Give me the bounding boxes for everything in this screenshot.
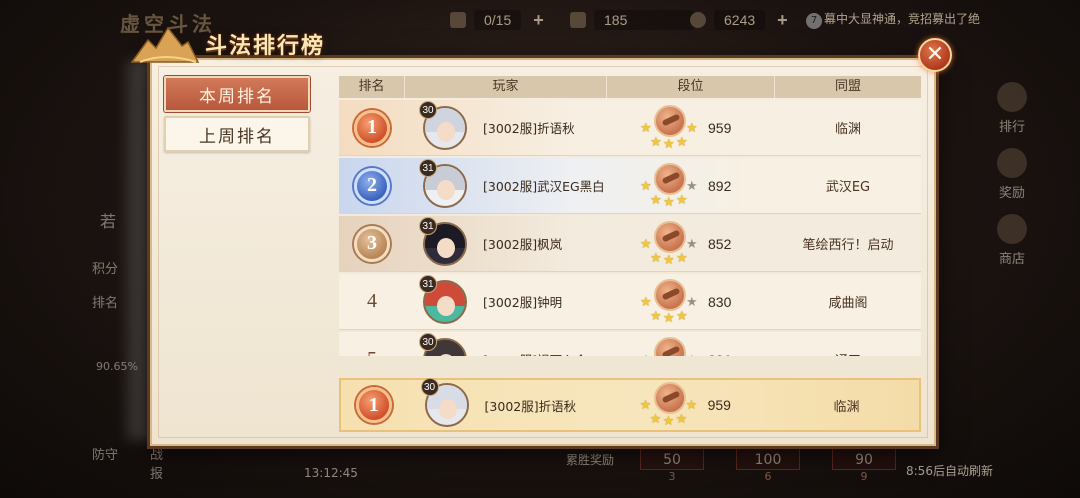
- rank-number: 5: [367, 348, 377, 356]
- refresh-coin-icon: [690, 12, 706, 28]
- tier-score: 892: [708, 177, 732, 194]
- avatar[interactable]: 30: [419, 100, 469, 152]
- guild-name: 临渊: [833, 399, 860, 415]
- guild-name: 通天: [775, 350, 921, 356]
- tab-last-week[interactable]: 上周排名: [164, 116, 310, 152]
- level-badge: 31: [419, 158, 437, 177]
- nav-shop[interactable]: 商店: [992, 214, 1032, 280]
- side-nav: 排行 奖励 商店: [992, 82, 1032, 280]
- table-row[interactable]: 1 30 [3002服]折语秋 ★ ★ ★ ★ ★ 959 临渊: [339, 100, 921, 156]
- streak-reward-3[interactable]: 90: [832, 448, 896, 470]
- table-row[interactable]: 5 30 [3002服]祸雨心伞 ★★★★★ 826 通天: [339, 332, 921, 356]
- ranking-icon: [997, 82, 1027, 112]
- header-rank: 排名: [339, 76, 405, 98]
- tier-emblem-icon: ★★★★★: [640, 162, 698, 210]
- rank-medal-gold: 1: [354, 109, 390, 146]
- rank-medal-gold: 1: [355, 387, 392, 423]
- tab-this-week[interactable]: 本周排名: [164, 76, 310, 112]
- table-row[interactable]: 3 31 [3002服]枫岚 ★ ★ ★ ★ ★ 852 笔绘西行！启动: [339, 216, 921, 272]
- table-header: 排名 玩家 段位 同盟: [339, 76, 921, 98]
- rank-medal-silver: 2: [354, 167, 390, 204]
- resource-scroll: 0/15 +: [450, 8, 544, 32]
- tier-emblem-icon: ★★★★★: [640, 104, 698, 152]
- level-badge: 30: [420, 378, 439, 396]
- player-name: [3002服]折语秋: [484, 398, 577, 414]
- streak-reward-1[interactable]: 50: [640, 448, 704, 470]
- avatar[interactable]: 30: [420, 378, 471, 429]
- tier-emblem-icon: ★ ★ ★ ★ ★: [640, 382, 698, 429]
- defense-button[interactable]: 防守: [92, 444, 118, 463]
- announcement-marquee: 7 幕中大显神通，竞招募出了绝: [806, 10, 1080, 29]
- level-badge: 31: [419, 274, 437, 293]
- countdown-timer: 13:12:45: [304, 466, 358, 480]
- header-guild: 同盟: [834, 79, 861, 94]
- tier-score: 826: [708, 352, 742, 357]
- guild-name: 咸曲阁: [828, 296, 868, 311]
- battle-report-button[interactable]: 战报: [150, 444, 163, 482]
- level-badge: 30: [419, 100, 437, 119]
- announcement-badge: 7: [806, 13, 822, 29]
- level-badge: 31: [419, 216, 437, 235]
- tier-score: 959: [708, 119, 732, 136]
- guild-name: 笔绘西行！启动: [802, 238, 894, 253]
- tier-emblem-icon: ★★★★★: [640, 220, 698, 268]
- player-name: [3002服]折语秋: [483, 121, 575, 136]
- add-coin-button[interactable]: +: [777, 10, 788, 31]
- avatar[interactable]: 30: [419, 332, 469, 356]
- close-icon: ✕: [925, 42, 945, 67]
- player-name: [3002服]枫岚: [483, 237, 563, 252]
- avatar[interactable]: 31: [419, 274, 469, 326]
- resource-coin: 6243 +: [690, 8, 788, 32]
- level-badge: 30: [419, 332, 437, 351]
- tier-emblem-icon: ★★★★★: [640, 278, 698, 326]
- rank-number: 4: [367, 290, 377, 312]
- table-row[interactable]: 4 31 [3002服]钟明 ★ ★ ★ ★ ★ 830 咸曲阁: [339, 274, 921, 330]
- tier-emblem-icon: ★★★★★: [640, 336, 698, 356]
- player-name: [3002服]祸雨心伞: [483, 350, 587, 356]
- avatar[interactable]: 31: [419, 158, 469, 210]
- leaderboard-rows[interactable]: 1 30 [3002服]折语秋 ★ ★ ★ ★ ★ 959 临渊 2 31 [3…: [339, 98, 921, 356]
- mountain-ornament-icon: [130, 26, 200, 63]
- modal-title: 斗法排行榜: [204, 33, 325, 59]
- reward-bag-icon: [997, 148, 1027, 178]
- my-rank-row: 1 30 [3002服]折语秋 ★ ★ ★ ★ ★ 959 临渊: [339, 378, 921, 432]
- leaderboard-table: 排名 玩家 段位 同盟 1 30 [3002服]折语秋 ★ ★ ★ ★ ★ 959 临渊: [339, 76, 921, 356]
- ticket-icon: [570, 12, 586, 28]
- tier-score: 959: [707, 397, 731, 413]
- close-button[interactable]: ✕: [918, 38, 952, 72]
- resource-ticket: 185: [570, 8, 694, 32]
- scroll-icon: [450, 12, 466, 28]
- header-tier: 段位: [607, 76, 775, 98]
- player-name: [3002服]钟明: [483, 295, 563, 310]
- add-scroll-button[interactable]: +: [533, 10, 544, 31]
- auto-refresh-text: 8:56后自动刷新: [906, 464, 993, 478]
- leaderboard-modal: 本周排名 上周排名 排名 玩家 段位 同盟 1 30 [3002服]折语秋 ★ ★…: [150, 58, 936, 446]
- modal-title-plate: 斗法排行榜: [130, 22, 360, 66]
- avatar[interactable]: 31: [419, 216, 469, 268]
- player-name: [3002服]武汉EG黑白: [483, 179, 605, 194]
- nav-ranking[interactable]: 排行: [992, 82, 1032, 148]
- shop-icon: [997, 214, 1027, 244]
- streak-reward-2[interactable]: 100: [736, 448, 800, 470]
- guild-name: 临渊: [834, 122, 861, 137]
- guild-name: 武汉EG: [825, 180, 871, 195]
- rank-medal-bronze: 3: [354, 225, 390, 262]
- nav-rewards[interactable]: 奖励: [992, 148, 1032, 214]
- tier-score: 830: [708, 293, 732, 310]
- header-player: 玩家: [405, 76, 607, 98]
- table-row[interactable]: 2 31 [3002服]武汉EG黑白 ★ ★ ★ ★ ★ 892 武汉EG: [339, 158, 921, 214]
- tier-score: 852: [708, 235, 732, 252]
